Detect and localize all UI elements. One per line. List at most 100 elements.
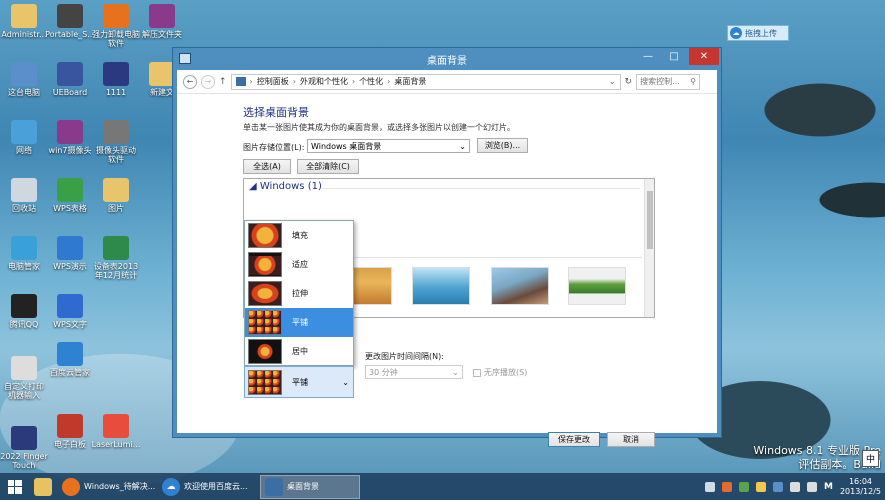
recycle-bin-icon [11,178,37,202]
up-arrow-icon[interactable]: ↑ [219,77,227,87]
breadcrumb[interactable]: › 控制面板 › 外观和个性化 › 个性化 › 桌面背景 ⌄ [230,73,621,90]
taskbar-label: Windows_待解决... [84,482,156,491]
desktop-icon[interactable]: 自定义打印 机器输入 [0,356,54,400]
option-label: 拉伸 [292,289,308,298]
taskbar-item-desktop-background[interactable]: 桌面背景 [260,474,360,499]
winrar-icon [57,120,83,144]
position-option-fit[interactable]: 适应 [245,250,353,279]
flower-thumbnail [248,281,282,306]
breadcrumb-item[interactable]: 控制面板 [257,76,289,87]
taskbar-item-firefox[interactable]: Windows_待解决... [58,475,158,499]
position-option-fill[interactable]: 填充 [245,221,353,250]
ime-indicator[interactable]: 中 [862,450,879,467]
picture-position-dropdown[interactable]: 填充 适应 拉伸 平铺 居中 [244,220,354,366]
location-select[interactable]: Windows 桌面背景 ⌄ [307,139,470,153]
user-folder-icon [11,4,37,28]
position-option-tile[interactable]: 平铺 [245,308,353,337]
taskbar-label: 欢迎使用百度云... [184,482,248,491]
back-icon[interactable]: ← [183,74,197,89]
position-option-center[interactable]: 居中 [245,337,353,366]
baidu-upload-button[interactable]: ☁ 拖拽上传 [727,25,789,41]
title-bar[interactable]: 桌面背景 — □ ✕ [173,48,721,70]
tray-icon[interactable] [739,481,749,492]
desktop-icon[interactable]: 摄像头驱动 软件 [86,120,146,164]
desktop-icon-label: 解压文件夹 [142,30,182,39]
ime-mode-icon[interactable]: M [824,482,833,492]
option-label: 填充 [292,231,308,240]
group-header[interactable]: ◢ Windows (1) [249,181,322,192]
windows-logo-icon [8,479,22,494]
firefox-icon [62,477,80,496]
video-icon [103,62,129,86]
interval-select[interactable]: 30 分钟 ⌄ [365,365,463,379]
forward-icon[interactable]: → [201,74,215,89]
flower-thumbnail [248,310,282,335]
uninstall-icon [103,4,129,28]
breadcrumb-item[interactable]: 外观和个性化 [300,76,348,87]
close-button[interactable]: ✕ [689,48,719,65]
clear-all-button[interactable]: 全部清除(C) [297,159,359,174]
scrollbar[interactable] [644,179,654,317]
desktop-icon[interactable]: 解压文件夹 [132,4,192,39]
interval-label: 更改图片时间间隔(N): [365,352,444,361]
maximize-button[interactable]: □ [661,48,687,65]
divider [354,257,642,258]
checkbox-box[interactable] [473,368,481,377]
computer-icon [11,62,37,86]
desktop-icon[interactable]: 图片 [86,178,146,213]
location-value: Windows 桌面背景 [311,141,382,151]
desktop-icon[interactable]: LaserLumi... [86,414,146,449]
shuffle-label: 无序播放(S) [484,368,528,377]
desktop-icon-label: 自定义打印 机器输入 [4,382,44,400]
desktop-icon[interactable]: 设备表2013 年12月统计 [86,236,146,280]
browse-button[interactable]: 浏览(B)... [477,138,528,153]
breadcrumb-item[interactable]: 个性化 [359,76,383,87]
taskbar-item-baidu[interactable]: ☁ 欢迎使用百度云... [158,475,260,499]
baidu-cloud-icon [57,342,83,366]
file-explorer-pin[interactable] [30,475,58,499]
refresh-icon[interactable]: ↻ [625,77,633,87]
tray-icon[interactable] [705,481,715,492]
wallpaper-thumbnail[interactable] [412,267,470,305]
wallpaper-thumbnail[interactable] [568,267,626,305]
folder-icon [103,178,129,202]
camera-icon [103,120,129,144]
search-placeholder: 搜索控制... [640,77,680,86]
minimize-button[interactable]: — [635,48,661,65]
network-icon[interactable] [790,481,800,492]
volume-icon[interactable] [807,481,817,492]
tray-icon[interactable] [722,481,732,492]
desktop-icon[interactable]: 2022 Finger Touch [0,426,54,470]
option-label: 适应 [292,260,308,269]
taskbar: Windows_待解决... ☁ 欢迎使用百度云... 桌面背景 M 16:04… [0,473,885,500]
printer-icon [11,356,37,380]
baidu-cloud-icon: ☁ [162,477,180,496]
position-option-stretch[interactable]: 拉伸 [245,279,353,308]
cancel-button[interactable]: 取消 [607,432,655,447]
network-icon [11,120,37,144]
tray-icon[interactable] [773,481,783,492]
wallpaper-thumbnail[interactable] [491,267,549,305]
qq-icon [11,294,37,318]
save-button[interactable]: 保存更改 [548,432,600,447]
picture-position-select[interactable]: 平铺 ⌄ [244,366,354,398]
search-input[interactable]: 搜索控制... ⚲ [636,73,701,90]
address-bar: ← → ↑ › 控制面板 › 外观和个性化 › 个性化 › 桌面背景 ⌄ ↻ 搜索控制.… [177,70,717,94]
start-button[interactable] [0,473,30,500]
chevron-down-icon[interactable]: ⌄ [609,77,616,86]
laser-icon [103,414,129,438]
clock[interactable]: 16:04 2013/12/5 [840,477,881,497]
desktop-icon-label: 图片 [108,204,124,213]
select-all-button[interactable]: 全选(A) [243,159,291,174]
desktop-icon-label: WPS文字 [53,320,87,329]
chevron-down-icon: ⌄ [452,367,459,377]
clock-time: 16:04 [848,476,873,486]
desktop-icon[interactable]: WPS文字 [40,294,100,329]
breadcrumb-item[interactable]: 桌面背景 [394,76,426,87]
scrollbar-thumb[interactable] [647,191,653,249]
shuffle-checkbox[interactable]: 无序播放(S) [473,367,527,378]
chevron-down-icon: ⌄ [342,377,349,387]
wps-writer-icon [57,294,83,318]
tray-icon[interactable] [756,481,766,492]
window-client: ← → ↑ › 控制面板 › 外观和个性化 › 个性化 › 桌面背景 ⌄ ↻ 搜索控制.… [177,70,717,447]
